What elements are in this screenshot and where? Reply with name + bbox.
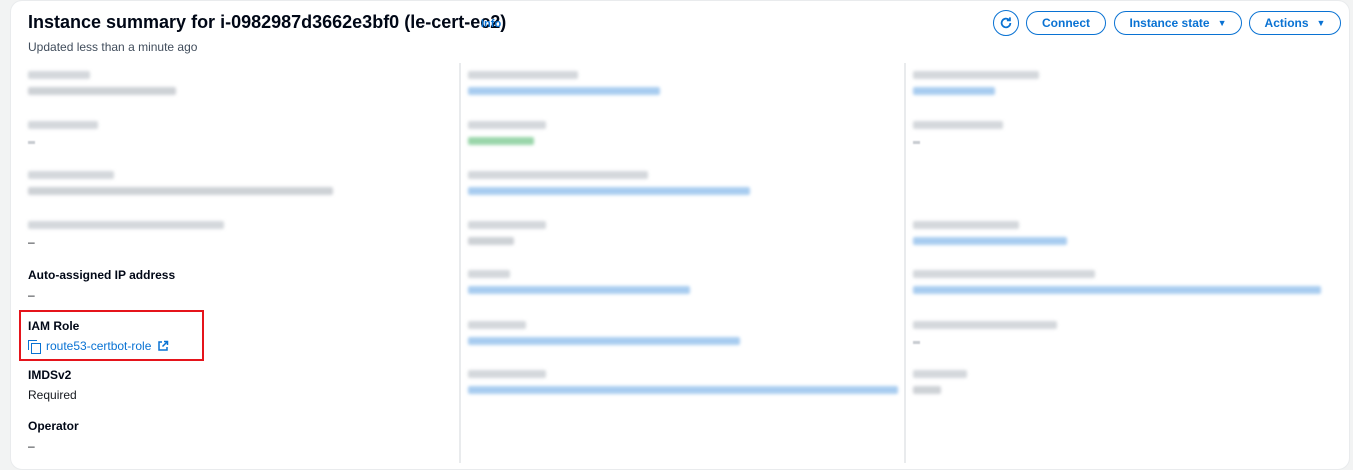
- redacted-field: [913, 71, 1039, 95]
- operator-field: Operator –: [28, 419, 79, 453]
- column-divider: [904, 63, 906, 463]
- imdsv2-field: IMDSv2 Required: [28, 368, 77, 402]
- instance-summary-panel: Instance summary for i-0982987d3662e3bf0…: [10, 0, 1350, 470]
- updated-status: Updated less than a minute ago: [28, 40, 198, 54]
- redacted-field: [468, 121, 546, 145]
- field-value: –: [28, 439, 35, 453]
- redacted-field: [468, 321, 740, 345]
- field-value: –: [28, 235, 35, 249]
- auto-assigned-ip-field: Auto-assigned IP address –: [28, 268, 175, 302]
- redacted-field: [913, 121, 1003, 144]
- caret-down-icon: ▼: [1217, 18, 1227, 28]
- field-value: Required: [28, 388, 77, 402]
- info-link[interactable]: Info: [481, 18, 501, 30]
- redacted-field: [468, 270, 690, 294]
- redacted-field: [913, 370, 967, 394]
- instance-state-button[interactable]: Instance state ▼: [1114, 11, 1242, 35]
- connect-label: Connect: [1042, 16, 1090, 30]
- field-label: Operator: [28, 419, 79, 433]
- page-title: Instance summary for i-0982987d3662e3bf0…: [28, 12, 507, 32]
- actions-button[interactable]: Actions ▼: [1249, 11, 1341, 35]
- redacted-field: [913, 221, 1067, 245]
- caret-down-icon: ▼: [1316, 18, 1326, 28]
- column-divider: [459, 63, 461, 463]
- redacted-field: [913, 321, 1057, 344]
- redacted-field: [913, 270, 1321, 294]
- redacted-field: [28, 121, 98, 144]
- field-value: –: [28, 288, 35, 302]
- connect-button[interactable]: Connect: [1026, 11, 1106, 35]
- refresh-button[interactable]: [993, 10, 1019, 36]
- redacted-field: [468, 370, 898, 394]
- redacted-field: [468, 171, 750, 195]
- redacted-field: –: [28, 221, 224, 249]
- instance-state-label: Instance state: [1129, 16, 1210, 30]
- redacted-field: [468, 221, 546, 245]
- highlight-box: [19, 310, 204, 361]
- redacted-field: [468, 71, 660, 95]
- field-label: Auto-assigned IP address: [28, 268, 176, 282]
- redacted-field: [28, 71, 176, 95]
- actions-label: Actions: [1264, 16, 1309, 30]
- refresh-icon: [1000, 17, 1012, 29]
- redacted-field: [28, 171, 333, 195]
- field-label: IMDSv2: [28, 368, 72, 382]
